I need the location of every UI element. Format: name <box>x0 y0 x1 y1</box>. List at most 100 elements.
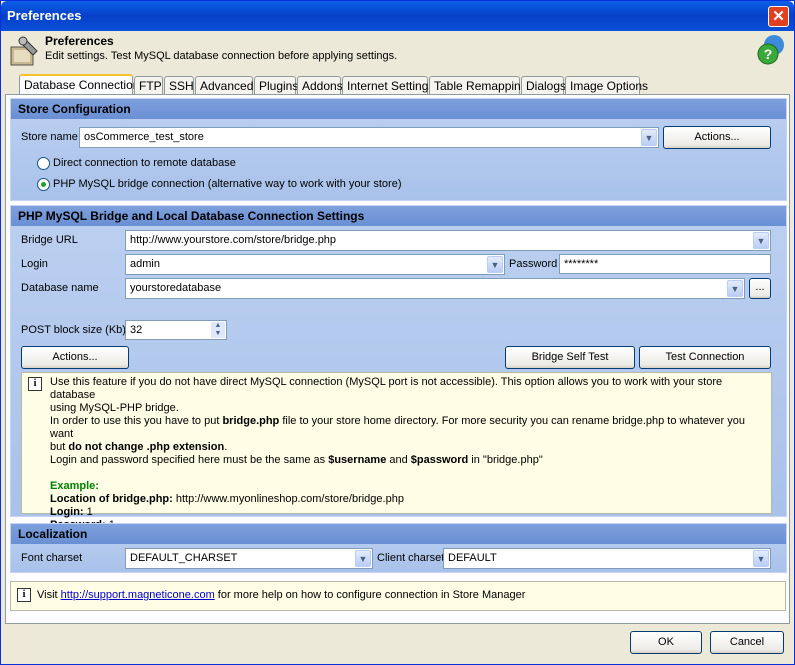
info-line: but do not change .php extension. <box>50 441 770 454</box>
bridge-url-label: Bridge URL <box>21 234 78 246</box>
store-actions-button[interactable]: Actions... <box>663 126 771 149</box>
database-name-value: yourstoredatabase <box>130 282 222 294</box>
radio-bridge-connection[interactable] <box>37 178 50 191</box>
bridge-url-combo[interactable]: http://www.yourstore.com/store/bridge.ph… <box>125 230 771 251</box>
info-text-part: but <box>50 441 69 453</box>
bridge-url-value: http://www.yourstore.com/store/bridge.ph… <box>130 234 337 246</box>
store-name-combo[interactable]: osCommerce_test_store ▼ <box>79 127 659 148</box>
info-text-bold: $username <box>328 454 387 466</box>
info-line: using MySQL-PHP bridge. <box>50 402 179 414</box>
chevron-down-icon[interactable]: ▼ <box>641 129 657 146</box>
group-heading: Store Configuration <box>11 99 786 119</box>
support-info-box: i Visit http://support.magneticone.com f… <box>10 581 786 611</box>
tab-label: Advanced <box>200 79 254 93</box>
tab-label: Internet Settings <box>347 79 435 93</box>
tab-label: Plugins <box>259 79 299 93</box>
help-icon[interactable]: ? <box>756 34 786 66</box>
tab-label: SSH <box>169 79 194 93</box>
tab-label: Image Options <box>570 79 649 93</box>
tab-label: Database Connection <box>24 78 140 92</box>
tab-addons[interactable]: Addons <box>297 76 343 95</box>
info-line: In order to use this you have to put bri… <box>50 415 770 441</box>
test-connection-button[interactable]: Test Connection <box>639 346 771 369</box>
chevron-down-icon[interactable]: ▼ <box>355 550 371 567</box>
chevron-down-icon[interactable]: ▼ <box>753 232 769 249</box>
password-field[interactable]: ******** <box>559 254 771 274</box>
font-charset-value: DEFAULT_CHARSET <box>130 552 238 564</box>
tab-page-database-connection: Store Configuration Store name osCommerc… <box>5 94 790 624</box>
info-text-bold: do not change .php extension <box>68 441 225 453</box>
info-line: Login and password specified here must b… <box>50 454 770 467</box>
info-line: Use this feature if you do not have dire… <box>50 376 723 401</box>
tab-database-connection[interactable]: Database Connection <box>19 74 139 96</box>
database-name-combo[interactable]: yourstoredatabase ▼ <box>125 278 745 299</box>
group-heading: Localization <box>11 524 786 544</box>
preferences-icon <box>10 36 38 66</box>
client-charset-combo[interactable]: DEFAULT ▼ <box>443 548 771 569</box>
info-text-part: . <box>224 441 228 453</box>
info-line: Location of bridge.php: http://www.myonl… <box>50 493 770 506</box>
tab-plugins[interactable]: Plugins <box>254 76 299 95</box>
tab-advanced[interactable]: Advanced <box>195 76 253 95</box>
header-subtitle: Edit settings. Test MySQL database conne… <box>45 50 398 62</box>
preferences-window: Preferences ✕ Preferences Edit settings.… <box>0 0 795 665</box>
store-name-value: osCommerce_test_store <box>84 131 204 143</box>
store-configuration-group: Store Configuration Store name osCommerc… <box>10 98 787 201</box>
info-text-part: and <box>386 454 411 466</box>
info-text-bold: Login: <box>50 506 84 518</box>
tab-ftp[interactable]: FTP <box>134 76 163 95</box>
browse-database-button[interactable]: ... <box>749 278 771 299</box>
tab-image-options[interactable]: Image Options <box>565 76 648 95</box>
chevron-down-icon[interactable]: ▼ <box>487 256 503 273</box>
database-name-label: Database name <box>21 282 99 294</box>
info-text-part: in "bridge.php" <box>468 454 543 466</box>
client-charset-value: DEFAULT <box>448 552 497 564</box>
info-text-bold: Location of bridge.php: <box>50 493 173 505</box>
info-text-part: Login and password specified here must b… <box>50 454 329 466</box>
font-charset-combo[interactable]: DEFAULT_CHARSET ▼ <box>125 548 373 569</box>
title-bar[interactable]: Preferences ✕ <box>1 1 794 31</box>
spin-down-icon[interactable]: ▼ <box>211 330 225 338</box>
support-prefix: Visit <box>37 589 61 601</box>
post-block-size-label: POST block size (Kb) <box>21 324 126 336</box>
info-text-bold: $password <box>410 454 469 466</box>
info-line: Login: 1 <box>50 506 770 519</box>
window-title: Preferences <box>7 8 82 23</box>
password-label: Password <box>509 258 558 270</box>
tab-dialogs[interactable]: Dialogs <box>521 76 567 95</box>
cancel-button[interactable]: Cancel <box>710 631 784 654</box>
post-block-size-stepper[interactable]: 32 ▲ ▼ <box>125 320 227 340</box>
tab-internet-settings[interactable]: Internet Settings <box>342 76 434 95</box>
spin-up-icon[interactable]: ▲ <box>211 322 225 330</box>
font-charset-label: Font charset <box>21 552 83 564</box>
post-block-size-value: 32 <box>130 324 143 336</box>
tab-label: Addons <box>302 79 343 93</box>
bridge-actions-button[interactable]: Actions... <box>21 346 129 369</box>
chevron-down-icon[interactable]: ▼ <box>753 550 769 567</box>
client-charset-label: Client charset <box>377 552 445 564</box>
group-heading: PHP MySQL Bridge and Local Database Conn… <box>11 206 786 226</box>
info-text-part: In order to use this you have to put <box>50 415 223 427</box>
header-title: Preferences <box>45 34 114 48</box>
info-text-bold: bridge.php <box>222 415 280 427</box>
radio-bridge-label: PHP MySQL bridge connection (alternative… <box>53 178 402 190</box>
store-name-label: Store name <box>21 131 78 143</box>
info-icon: i <box>17 588 31 602</box>
bridge-settings-group: PHP MySQL Bridge and Local Database Conn… <box>10 205 787 531</box>
tab-table-remapping[interactable]: Table Remapping <box>429 76 527 95</box>
tab-ssh[interactable]: SSH <box>164 76 194 95</box>
support-link[interactable]: http://support.magneticone.com <box>61 589 215 601</box>
bridge-self-test-button[interactable]: Bridge Self Test <box>505 346 635 369</box>
info-text-part: 1 <box>83 506 93 518</box>
localization-group: Localization Font charset DEFAULT_CHARSE… <box>10 523 787 573</box>
ok-button[interactable]: OK <box>630 631 702 654</box>
support-text: Visit http://support.magneticone.com for… <box>37 589 525 602</box>
radio-direct-connection[interactable] <box>37 157 50 170</box>
tab-label: Dialogs <box>526 79 567 93</box>
login-combo[interactable]: admin ▼ <box>125 254 505 275</box>
info-text: Use this feature if you do not have dire… <box>50 376 770 532</box>
chevron-down-icon[interactable]: ▼ <box>727 280 743 297</box>
dialog-header: Preferences Edit settings. Test MySQL da… <box>5 32 790 72</box>
close-button[interactable]: ✕ <box>768 6 789 27</box>
